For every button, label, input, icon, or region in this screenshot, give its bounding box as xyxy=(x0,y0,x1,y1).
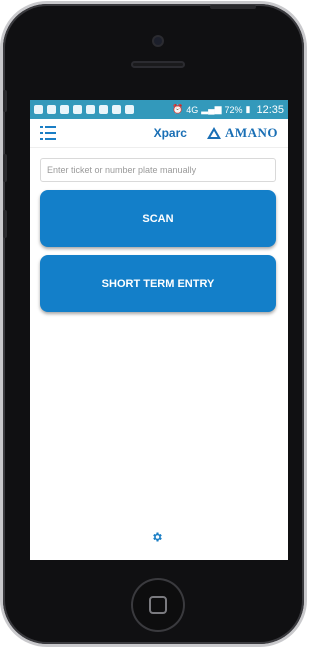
home-button[interactable] xyxy=(131,578,185,632)
whatsapp-icon xyxy=(112,105,121,114)
usb-icon xyxy=(60,105,69,114)
alarm-icon: ⏰ xyxy=(172,104,184,114)
facebook-icon xyxy=(73,105,82,114)
short-term-entry-button[interactable]: SHORT TERM ENTRY xyxy=(40,255,276,312)
status-bar: ⏰ 4G ▂▄▆ 72% ▮ 12:35 xyxy=(30,100,288,119)
system-status: ⏰ 4G ▂▄▆ 72% ▮ 12:35 xyxy=(172,104,284,116)
triangle-logo-icon xyxy=(206,127,221,139)
clock: 12:35 xyxy=(256,103,284,116)
mail-icon xyxy=(125,105,134,114)
ticket-search-input[interactable] xyxy=(40,158,276,182)
app-name: Xparc xyxy=(153,126,187,140)
battery-icon: ▮ xyxy=(245,104,251,114)
front-camera xyxy=(154,37,162,45)
gallery-icon xyxy=(47,105,56,114)
list-menu-icon[interactable] xyxy=(40,126,56,140)
power-button xyxy=(210,5,256,9)
volume-down-button xyxy=(3,210,7,238)
earpiece-speaker xyxy=(131,61,185,68)
battery-level: 72% xyxy=(224,104,243,115)
home-square-icon xyxy=(149,596,167,614)
network-type: 4G xyxy=(186,104,199,115)
signal-icon: ▂▄▆ xyxy=(201,104,222,114)
hand-icon xyxy=(86,105,95,114)
mute-switch xyxy=(3,90,7,112)
scan-button[interactable]: SCAN xyxy=(40,190,276,247)
volume-up-button xyxy=(3,154,7,182)
notification-icons xyxy=(34,105,134,114)
gear-icon[interactable] xyxy=(151,531,163,543)
app-screen: ⏰ 4G ▂▄▆ 72% ▮ 12:35 Xparc AMANO Enter t… xyxy=(30,100,288,560)
brand-logo: AMANO xyxy=(206,125,278,141)
phone-frame: ⏰ 4G ▂▄▆ 72% ▮ 12:35 Xparc AMANO Enter t… xyxy=(3,4,304,644)
brand-name: AMANO xyxy=(224,125,278,140)
app-bar: Xparc AMANO xyxy=(30,119,288,148)
hand-icon-2 xyxy=(99,105,108,114)
message-icon xyxy=(34,105,43,114)
